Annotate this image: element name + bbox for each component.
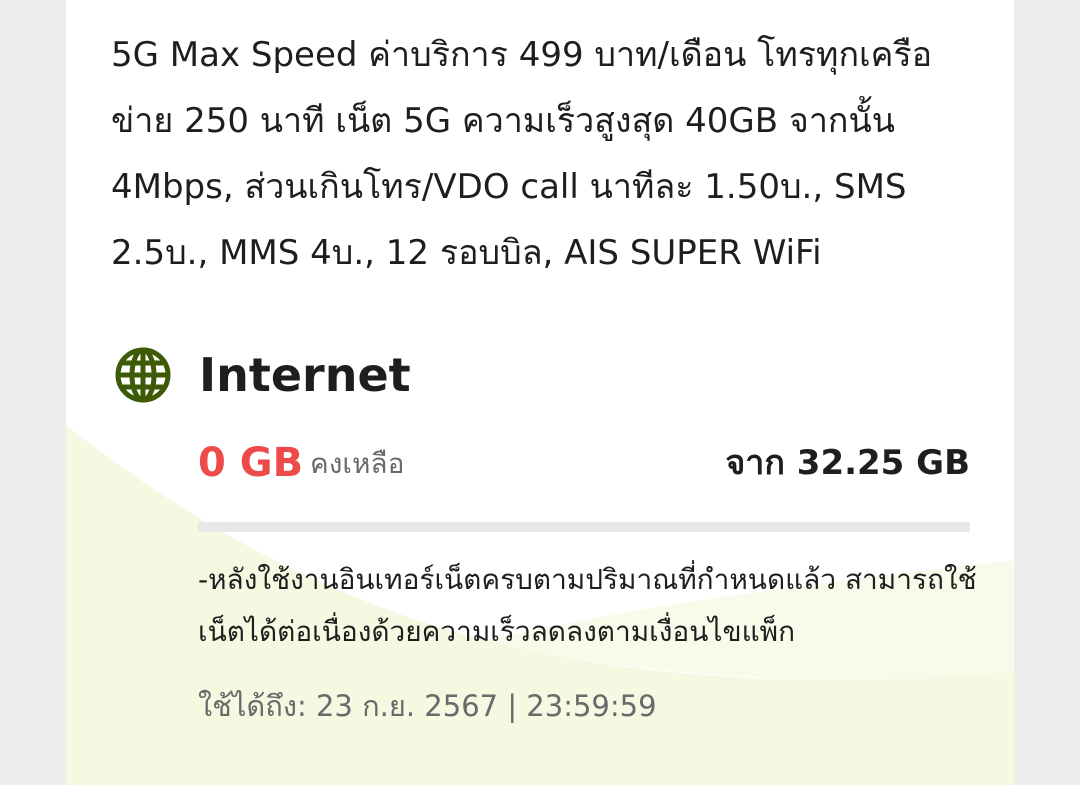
usage-progress-bar [198,522,970,532]
expiry-date: ใช้ได้ถึง: 23 ก.ย. 2567 | 23:59:59 [198,689,657,723]
globe-icon [115,347,171,403]
remaining-label: คงเหลือ [310,447,405,480]
usage-note: -หลังใช้งานอินเทอร์เน็ตครบตามปริมาณที่กำ… [198,563,977,648]
remaining-value: 0 GB [198,440,304,486]
total-quota: จาก 32.25 GB [725,443,970,483]
package-description: 5G Max Speed ค่าบริการ 499 บาท/เดือน โทร… [111,35,933,273]
package-card: 5G Max Speed ค่าบริการ 499 บาท/เดือน โทร… [66,0,1014,785]
internet-title: Internet [199,348,411,402]
